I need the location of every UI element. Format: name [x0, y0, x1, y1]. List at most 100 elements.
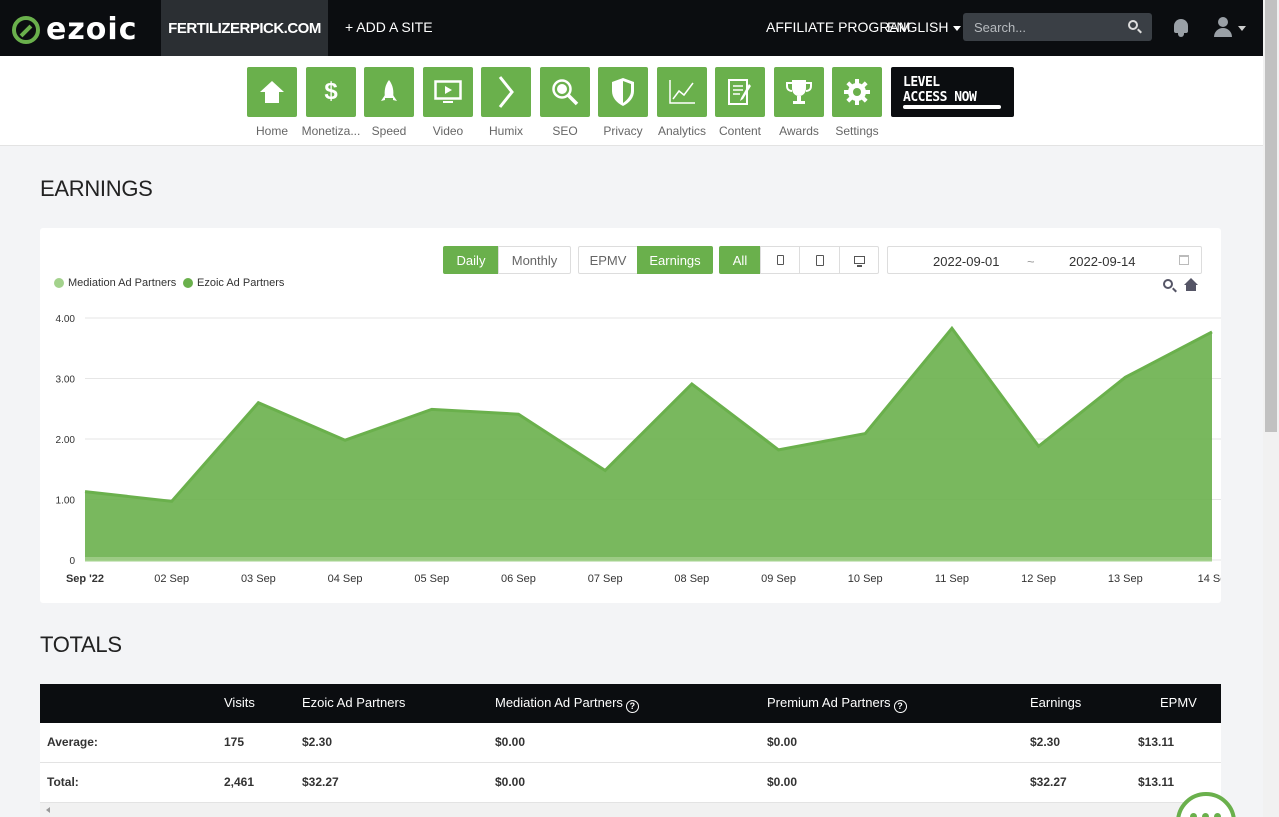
mobile-icon — [776, 255, 784, 265]
reset-zoom-home-icon[interactable] — [1184, 278, 1198, 292]
caret-down-icon — [953, 25, 962, 31]
user-caret-icon[interactable] — [1238, 26, 1246, 31]
nav-seo-button[interactable] — [540, 67, 590, 117]
nav-label: Video — [432, 124, 464, 138]
add-site-link[interactable]: + ADD A SITE — [345, 19, 433, 35]
col-ezoic-ad-partners: Ezoic Ad Partners — [302, 695, 406, 710]
y-tick-label: 4.00 — [56, 314, 76, 325]
x-tick-label: 09 Sep — [761, 573, 796, 585]
device-tablet-button[interactable] — [799, 246, 840, 274]
horizontal-scrollbar[interactable] — [40, 803, 1221, 817]
x-tick-label: 06 Sep — [501, 573, 536, 585]
zoom-icon[interactable] — [1163, 279, 1173, 289]
nav-video-button[interactable] — [423, 67, 473, 117]
nav-awards-button[interactable] — [774, 67, 824, 117]
nav-speed[interactable]: Speed — [364, 67, 414, 138]
nav-home-button[interactable] — [247, 67, 297, 117]
search-icon[interactable] — [1128, 20, 1138, 30]
scroll-thumb[interactable] — [1265, 0, 1277, 432]
scroll-left-arrow-icon[interactable] — [46, 807, 50, 813]
nav-label: Home — [255, 124, 288, 138]
legend-ezoic[interactable]: Ezoic Ad Partners — [183, 277, 284, 289]
x-tick-label: Sep '22 — [66, 573, 104, 585]
earnings-card: 0 1.00 2.00 3.00 4.00 Sep '22 02 Sep 03 Sep 04 S… — [40, 228, 1221, 603]
help-icon[interactable]: ? — [625, 700, 639, 713]
y-tick-label: 3.00 — [56, 375, 76, 386]
col-premium-ad-partners: Premium Ad Partners? — [767, 695, 907, 713]
date-from: 2022-09-01 — [933, 254, 1000, 269]
nav-settings[interactable]: Settings — [832, 67, 882, 138]
nav-settings-button[interactable] — [832, 67, 882, 117]
nav-privacy-button[interactable] — [598, 67, 648, 117]
dollar-icon: $ — [324, 78, 338, 105]
cell-epmv: $13.11 — [1138, 735, 1175, 749]
nav-humix[interactable]: Humix — [481, 67, 531, 138]
ezoic-logo[interactable]: ezoic — [12, 12, 137, 47]
site-selector[interactable]: FERTILIZERPICK.COM — [161, 0, 328, 56]
nav-analytics-button[interactable] — [657, 67, 707, 117]
language-dropdown[interactable]: ENGLISH — [887, 19, 962, 35]
y-tick-label: 1.00 — [56, 496, 76, 507]
nav-label: Content — [718, 124, 762, 138]
language-label: ENGLISH — [887, 19, 949, 35]
daily-button[interactable]: Daily — [443, 246, 499, 274]
search-input[interactable] — [963, 13, 1152, 41]
bell-icon[interactable] — [1173, 17, 1189, 37]
x-tick-label: 03 Sep — [241, 573, 276, 585]
cell-mediation: $0.00 — [495, 775, 526, 789]
level-underline — [903, 105, 1001, 109]
nav-awards[interactable]: Awards — [774, 67, 824, 138]
shield-icon — [612, 78, 634, 106]
col-label: Mediation Ad Partners — [495, 695, 623, 710]
date-separator: ~ — [1027, 254, 1035, 269]
legend-mediation[interactable]: Mediation Ad Partners — [54, 277, 176, 289]
calendar-icon — [1179, 255, 1189, 265]
help-icon[interactable]: ? — [893, 700, 907, 713]
cell-ezoic: $32.27 — [302, 775, 339, 789]
humix-icon — [498, 76, 514, 108]
rocket-icon — [381, 80, 397, 101]
nav-label: SEO — [552, 124, 578, 138]
logo-text: ezoic — [46, 12, 138, 47]
nav-home[interactable]: Home — [247, 67, 297, 138]
device-mobile-button[interactable] — [760, 246, 800, 274]
table-header: Visits Ezoic Ad Partners Mediation Ad Pa… — [40, 684, 1221, 723]
cell-visits: 175 — [224, 735, 245, 749]
top-bar: ezoic FERTILIZERPICK.COM + ADD A SITE AF… — [0, 0, 1263, 56]
nav-monetization[interactable]: $ Monetiza... — [302, 67, 360, 138]
x-tick-label: 12 Sep — [1021, 573, 1056, 585]
nav-video[interactable]: Video — [423, 67, 473, 138]
epmv-button[interactable]: EPMV — [578, 246, 638, 274]
col-epmv: EPMV — [1160, 695, 1197, 710]
totals-table: Visits Ezoic Ad Partners Mediation Ad Pa… — [40, 684, 1221, 803]
nav-content-button[interactable] — [715, 67, 765, 117]
y-tick-label: 2.00 — [56, 435, 76, 446]
logo-mark-icon — [12, 15, 40, 44]
nav-label: Settings — [835, 124, 879, 138]
user-icon[interactable] — [1213, 17, 1233, 37]
date-range-picker[interactable]: 2022-09-01 ~ 2022-09-14 — [887, 246, 1202, 274]
nav-analytics[interactable]: Analytics — [657, 67, 707, 138]
nav-monetization-button[interactable]: $ — [306, 67, 356, 117]
level-access-badge[interactable]: LEVEL ACCESS NOW — [891, 67, 1014, 117]
date-to: 2022-09-14 — [1069, 254, 1136, 269]
gear-icon — [844, 79, 870, 105]
nav-content[interactable]: Content — [715, 67, 765, 138]
mediation-baseline — [85, 557, 1212, 560]
nav-privacy[interactable]: Privacy — [598, 67, 648, 138]
device-desktop-button[interactable] — [839, 246, 879, 274]
table-row: Average: 175 $2.30 $0.00 $0.00 $2.30 $13… — [40, 723, 1221, 763]
x-tick-label: 02 Sep — [154, 573, 189, 585]
cell-ezoic: $2.30 — [302, 735, 333, 749]
nav-speed-button[interactable] — [364, 67, 414, 117]
earnings-button[interactable]: Earnings — [637, 246, 713, 274]
cell-visits: 2,461 — [224, 775, 255, 789]
nav-seo[interactable]: SEO — [540, 67, 590, 138]
device-all-button[interactable]: All — [719, 246, 761, 274]
tablet-icon — [815, 254, 824, 266]
monthly-button[interactable]: Monthly — [498, 246, 571, 274]
vertical-scrollbar[interactable] — [1263, 0, 1279, 817]
nav-humix-button[interactable] — [481, 67, 531, 117]
x-tick-label: 10 Sep — [848, 573, 883, 585]
nav-label: Humix — [488, 124, 523, 138]
